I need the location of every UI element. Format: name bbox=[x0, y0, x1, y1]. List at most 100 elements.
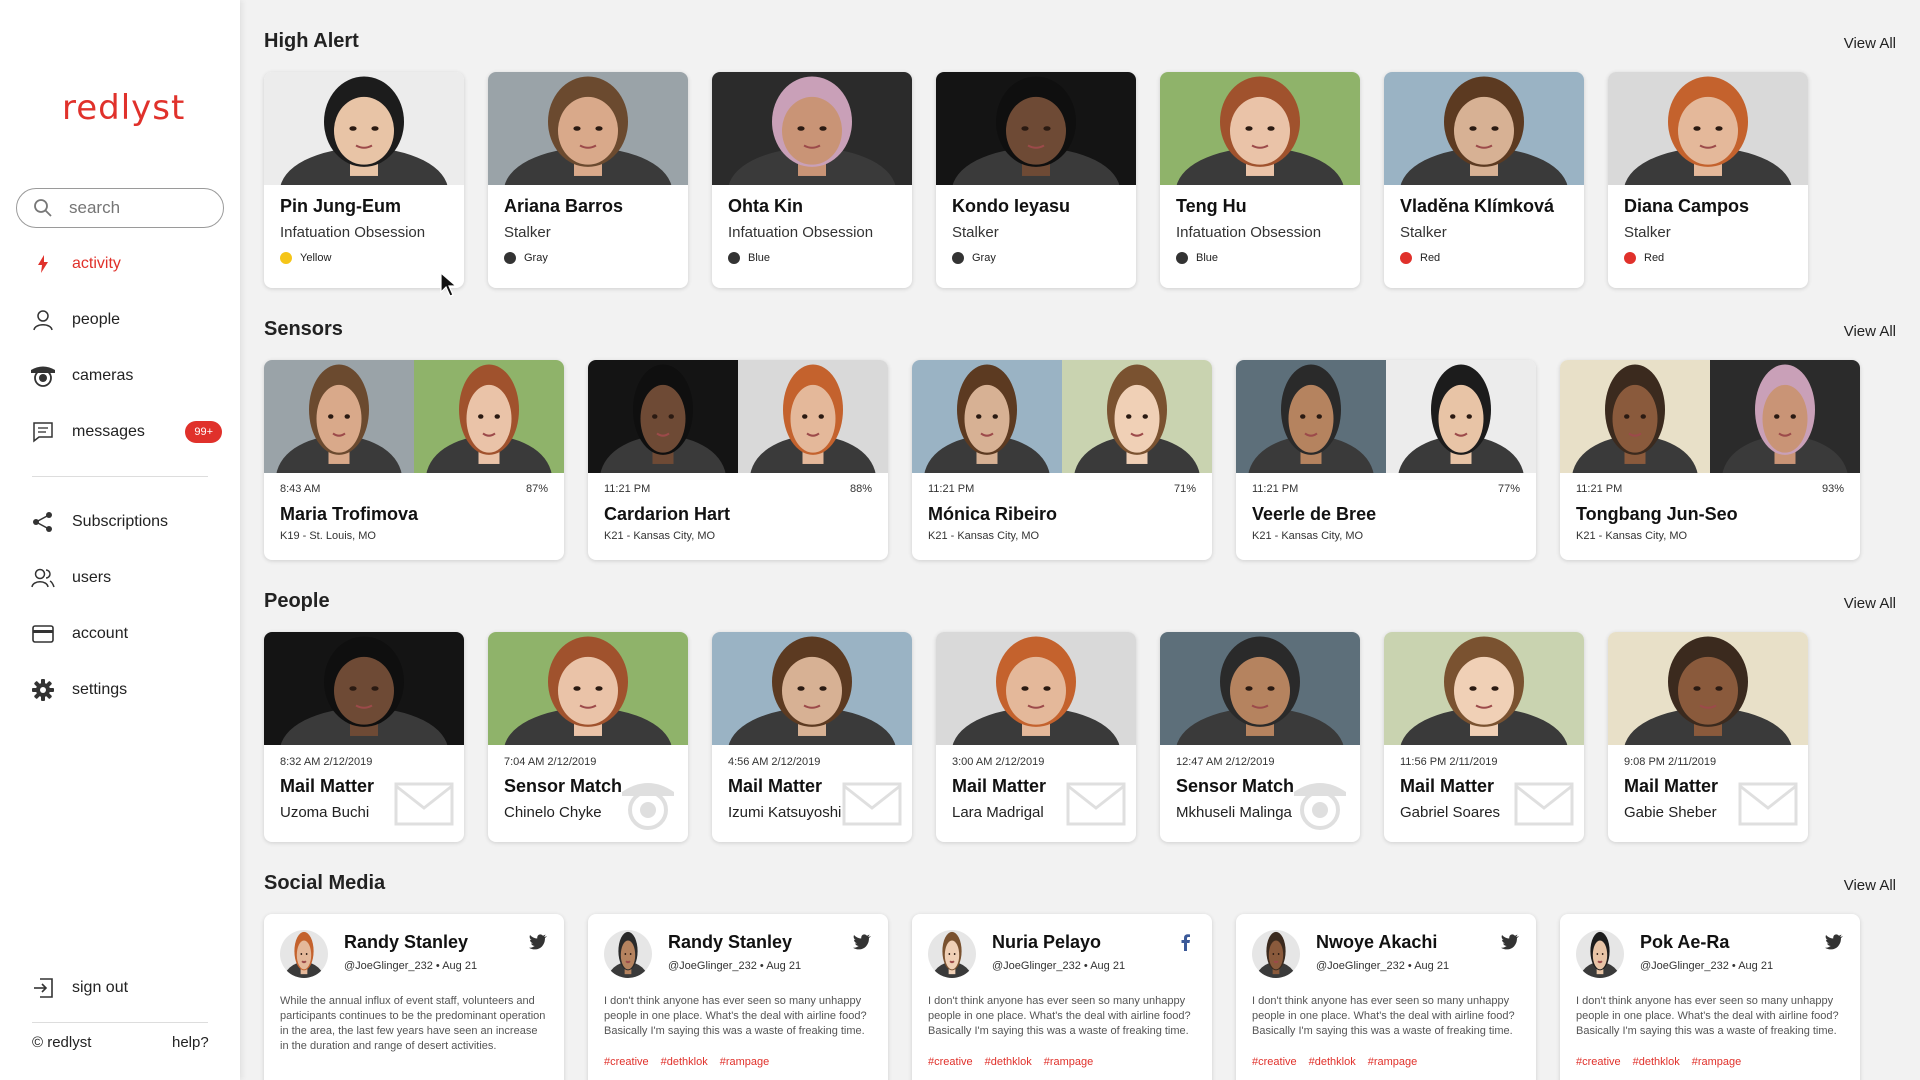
social-tags: #creative #dethklok #rampage bbox=[1576, 1056, 1753, 1068]
view-all-people[interactable]: View All bbox=[1844, 595, 1896, 612]
hashtag-link[interactable]: #rampage bbox=[1044, 1056, 1094, 1068]
nav-item-cameras[interactable]: cameras bbox=[0, 348, 240, 404]
nav-label-subscriptions: Subscriptions bbox=[72, 513, 169, 530]
signout-button[interactable]: sign out bbox=[0, 960, 240, 1016]
nav-item-subscriptions[interactable]: Subscriptions bbox=[0, 494, 240, 550]
sensor-card[interactable]: 11:21 PM 77% Veerle de Bree K21 - Kansas Ci… bbox=[1236, 360, 1536, 560]
sensor-card[interactable]: 11:21 PM 93% Tongbang Jun-Seo K21 - Kansas … bbox=[1560, 360, 1860, 560]
sensor-location: K21 - Kansas City, MO bbox=[1576, 530, 1688, 542]
hashtag-link[interactable]: #rampage bbox=[1368, 1056, 1418, 1068]
twitter-icon[interactable] bbox=[852, 932, 872, 952]
people-card[interactable]: 8:32 AM 2/12/2019 Mail Matter Uzoma Buchi bbox=[264, 632, 464, 842]
alert-card[interactable]: Teng Hu Infatuation Obsession Blue bbox=[1160, 72, 1360, 288]
nav-item-users[interactable]: users bbox=[0, 550, 240, 606]
facebook-icon[interactable] bbox=[1176, 932, 1196, 952]
alert-type: Infatuation Obsession bbox=[280, 224, 426, 241]
nav-item-activity[interactable]: activity bbox=[0, 236, 240, 292]
social-handle: @JoeGlinger_232 bbox=[344, 960, 433, 972]
bullet-separator: • bbox=[1728, 960, 1739, 972]
people-card[interactable]: 4:56 AM 2/12/2019 Mail Matter Izumi Katsuy… bbox=[712, 632, 912, 842]
alert-card[interactable]: Ohta Kin Infatuation Obsession Blue bbox=[712, 72, 912, 288]
nav-item-messages[interactable]: messages 99+ bbox=[0, 404, 240, 460]
sensor-time: 8:43 AM bbox=[280, 483, 321, 495]
sensor-card[interactable]: 11:21 PM 88% Cardarion Hart K21 - Kansas Ci… bbox=[588, 360, 888, 560]
sensor-match-photo bbox=[1386, 360, 1536, 473]
nav-item-people[interactable]: people bbox=[0, 292, 240, 348]
view-all-sensors[interactable]: View All bbox=[1844, 323, 1896, 340]
social-tags: #creative #dethklok #rampage bbox=[1252, 1056, 1429, 1068]
people-photo bbox=[1160, 632, 1360, 745]
sensor-card[interactable]: 8:43 AM 87% Maria Trofimova K19 - St. Louis… bbox=[264, 360, 564, 560]
alert-level: Red bbox=[1400, 252, 1440, 264]
sensor-capture-photo bbox=[264, 360, 414, 473]
help-link[interactable]: help? bbox=[172, 1034, 209, 1051]
people-card[interactable]: 7:04 AM 2/12/2019 Sensor Match Chinelo Chy… bbox=[488, 632, 688, 842]
social-handle: @JoeGlinger_232 bbox=[992, 960, 1081, 972]
nav-label-cameras: cameras bbox=[72, 367, 134, 384]
search-box[interactable] bbox=[16, 188, 224, 228]
bullet-separator: • bbox=[1080, 960, 1091, 972]
sensor-capture-photo bbox=[1560, 360, 1710, 473]
avatar bbox=[928, 930, 976, 978]
social-author[interactable]: Randy Stanley bbox=[668, 932, 792, 953]
alert-card[interactable]: Kondo Ieyasu Stalker Gray bbox=[936, 72, 1136, 288]
twitter-icon[interactable] bbox=[1500, 932, 1520, 952]
social-author[interactable]: Nwoye Akachi bbox=[1316, 932, 1437, 953]
card-icon bbox=[30, 621, 56, 647]
alert-name: Vladěna Klímková bbox=[1400, 196, 1555, 216]
social-card[interactable]: Nwoye Akachi @JoeGlinger_232 • Aug 21 I do… bbox=[1236, 914, 1536, 1080]
sensor-capture-photo bbox=[1236, 360, 1386, 473]
social-author[interactable]: Pok Ae-Ra bbox=[1640, 932, 1729, 953]
hashtag-link[interactable]: #dethklok bbox=[1633, 1056, 1680, 1068]
people-name: Gabie Sheber bbox=[1624, 804, 1717, 821]
sensor-time: 11:21 PM bbox=[1576, 483, 1623, 495]
hashtag-link[interactable]: #creative bbox=[1252, 1056, 1297, 1068]
hashtag-link[interactable]: #creative bbox=[1576, 1056, 1621, 1068]
alert-card[interactable]: Pin Jung-Eum Infatuation Obsession Yellow bbox=[264, 72, 464, 288]
nav-item-settings[interactable]: settings bbox=[0, 662, 240, 718]
sensor-location: K19 - St. Louis, MO bbox=[280, 530, 376, 542]
social-post-text: I don't think anyone has ever seen so ma… bbox=[1576, 995, 1839, 1037]
alert-card[interactable]: Diana Campos Stalker Red bbox=[1608, 72, 1808, 288]
social-author[interactable]: Randy Stanley bbox=[344, 932, 468, 953]
nav-divider bbox=[32, 476, 208, 477]
hashtag-link[interactable]: #creative bbox=[928, 1056, 973, 1068]
sensor-location: K21 - Kansas City, MO bbox=[604, 530, 716, 542]
social-author[interactable]: Nuria Pelayo bbox=[992, 932, 1101, 953]
social-card[interactable]: Nuria Pelayo @JoeGlinger_232 • Aug 21 I do… bbox=[912, 914, 1212, 1080]
social-meta: @JoeGlinger_232 • Aug 21 bbox=[668, 960, 801, 972]
people-card[interactable]: 3:00 AM 2/12/2019 Mail Matter Lara Madriga… bbox=[936, 632, 1136, 842]
people-card[interactable]: 11:56 PM 2/11/2019 Mail Matter Gabriel Soa… bbox=[1384, 632, 1584, 842]
hashtag-link[interactable]: #dethklok bbox=[985, 1056, 1032, 1068]
alert-type: Infatuation Obsession bbox=[728, 224, 874, 241]
alert-card[interactable]: Vladěna Klímková Stalker Red bbox=[1384, 72, 1584, 288]
sensor-name: Mónica Ribeiro bbox=[928, 504, 1058, 524]
signout-icon bbox=[30, 975, 56, 1001]
hashtag-link[interactable]: #creative bbox=[604, 1056, 649, 1068]
twitter-icon[interactable] bbox=[528, 932, 548, 952]
hashtag-link[interactable]: #rampage bbox=[720, 1056, 770, 1068]
alert-name: Diana Campos bbox=[1624, 196, 1750, 216]
social-date: Aug 21 bbox=[1738, 960, 1774, 972]
sensor-card[interactable]: 11:21 PM 71% Mónica Ribeiro K21 - Kansas Ci… bbox=[912, 360, 1212, 560]
social-card[interactable]: Randy Stanley @JoeGlinger_232 • Aug 21 I d… bbox=[588, 914, 888, 1080]
alert-card[interactable]: Ariana Barros Stalker Gray bbox=[488, 72, 688, 288]
hashtag-link[interactable]: #dethklok bbox=[1309, 1056, 1356, 1068]
app-logo[interactable]: redlyst bbox=[62, 88, 185, 128]
view-all-social[interactable]: View All bbox=[1844, 877, 1896, 894]
mouse-cursor-icon bbox=[440, 272, 458, 297]
people-card[interactable]: 9:08 PM 2/11/2019 Mail Matter Gabie Sheber bbox=[1608, 632, 1808, 842]
messages-badge: 99+ bbox=[185, 421, 222, 443]
people-name: Izumi Katsuyoshi bbox=[728, 804, 842, 821]
twitter-icon[interactable] bbox=[1824, 932, 1844, 952]
social-post-text: While the annual influx of event staff, … bbox=[280, 995, 546, 1052]
nav-item-account[interactable]: account bbox=[0, 606, 240, 662]
sensor-location: K21 - Kansas City, MO bbox=[928, 530, 1040, 542]
view-all-high-alert[interactable]: View All bbox=[1844, 35, 1896, 52]
hashtag-link[interactable]: #rampage bbox=[1692, 1056, 1742, 1068]
search-input[interactable] bbox=[69, 198, 209, 218]
people-card[interactable]: 12:47 AM 2/12/2019 Sensor Match Mkhuseli M… bbox=[1160, 632, 1360, 842]
social-card[interactable]: Pok Ae-Ra @JoeGlinger_232 • Aug 21 I don't… bbox=[1560, 914, 1860, 1080]
hashtag-link[interactable]: #dethklok bbox=[661, 1056, 708, 1068]
social-card[interactable]: Randy Stanley @JoeGlinger_232 • Aug 21 Whi… bbox=[264, 914, 564, 1080]
